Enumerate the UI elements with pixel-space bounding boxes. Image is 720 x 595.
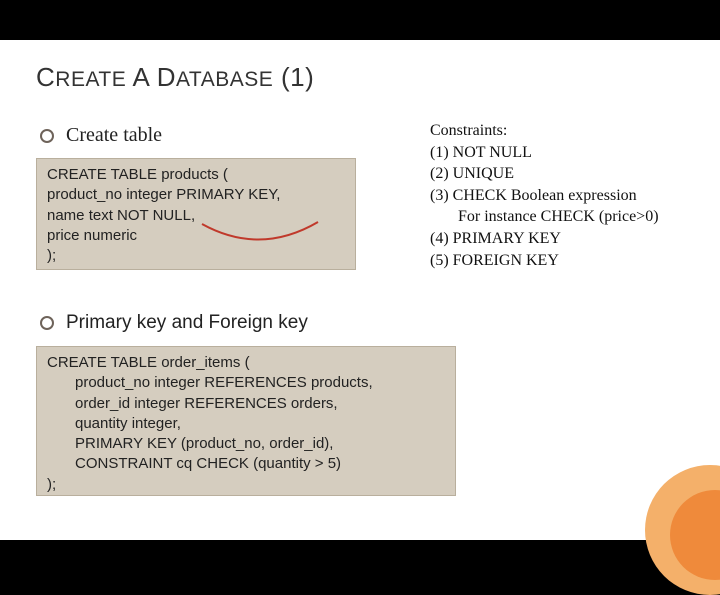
bullet-primary-foreign-key: Primary key and Foreign key bbox=[40, 312, 308, 334]
code-line: name text NOT NULL, bbox=[47, 206, 345, 226]
slide: CREATE A DATABASE (1) Create table CREAT… bbox=[0, 40, 720, 540]
constraints-item: (4) PRIMARY KEY bbox=[430, 228, 700, 250]
page-title: CREATE A DATABASE (1) bbox=[36, 62, 314, 93]
code-block-order-items: CREATE TABLE order_items ( product_no in… bbox=[36, 346, 456, 496]
code-line: CREATE TABLE products ( bbox=[47, 165, 345, 185]
constraints-item: (5) FOREIGN KEY bbox=[430, 250, 700, 272]
title-suffix: (1) bbox=[281, 62, 314, 92]
code-line: PRIMARY KEY (product_no, order_id), bbox=[47, 434, 445, 454]
constraints-item: (2) UNIQUE bbox=[430, 163, 700, 185]
bullet-ring-icon bbox=[40, 316, 54, 330]
title-w1-initial: C bbox=[36, 62, 55, 92]
bullet-text: Create table bbox=[66, 124, 162, 147]
code-line: order_id integer REFERENCES orders, bbox=[47, 394, 445, 414]
title-w2-initial: A bbox=[133, 62, 149, 92]
constraints-item: (1) NOT NULL bbox=[430, 142, 700, 164]
code-line: ); bbox=[47, 475, 445, 495]
constraints-item-sub: For instance CHECK (price>0) bbox=[430, 206, 700, 228]
code-line: CONSTRAINT cq CHECK (quantity > 5) bbox=[47, 454, 445, 474]
code-block-create-table: CREATE TABLE products ( product_no integ… bbox=[36, 158, 356, 270]
title-w3-initial: D bbox=[157, 62, 176, 92]
bullet-ring-icon bbox=[40, 129, 54, 143]
code-line: price numeric bbox=[47, 226, 345, 246]
constraints-item: (3) CHECK Boolean expression bbox=[430, 185, 700, 207]
constraints-heading: Constraints: bbox=[430, 120, 700, 142]
code-line: CREATE TABLE order_items ( bbox=[47, 353, 445, 373]
code-line: quantity integer, bbox=[47, 414, 445, 434]
title-w1-rest: REATE bbox=[55, 68, 126, 91]
code-line: product_no integer REFERENCES products, bbox=[47, 373, 445, 393]
constraints-list: Constraints: (1) NOT NULL (2) UNIQUE (3)… bbox=[430, 120, 700, 271]
code-line: ); bbox=[47, 246, 345, 266]
title-w3-rest: ATABASE bbox=[176, 68, 273, 91]
code-line: product_no integer PRIMARY KEY, bbox=[47, 185, 345, 205]
bullet-create-table: Create table bbox=[40, 124, 162, 147]
bullet-text: Primary key and Foreign key bbox=[66, 312, 308, 334]
